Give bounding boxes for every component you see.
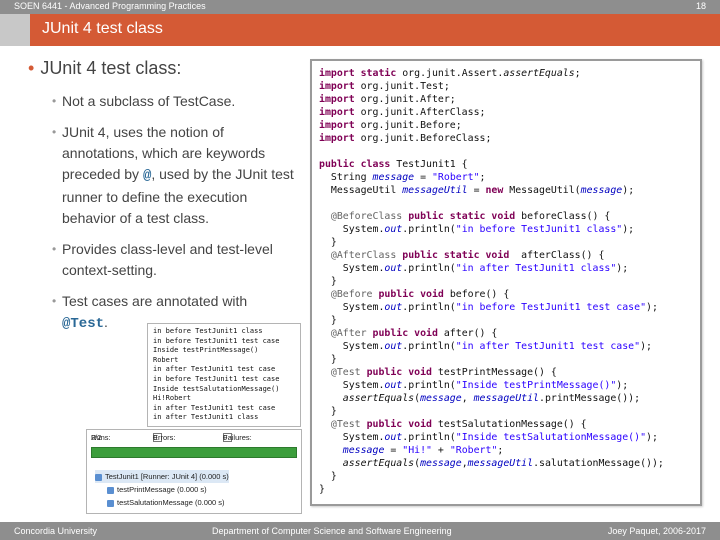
- test-suite-item[interactable]: TestJunit1 [Runner: JUnit 4] (0.000 s): [95, 470, 229, 483]
- sub-bullet-4-text: Test cases are annotated with: [62, 293, 248, 309]
- sub-bullet-2: • JUnit 4, uses the notion of annotations…: [28, 122, 298, 229]
- bullet-icon: •: [28, 58, 35, 78]
- bullet-icon: •: [52, 94, 57, 108]
- progress-bar: [91, 447, 297, 458]
- test-tree[interactable]: TestJunit1 [Runner: JUnit 4] (0.000 s) t…: [95, 470, 229, 509]
- console-line: Hi!Robert: [153, 394, 191, 403]
- test-item[interactable]: testPrintMessage (0.000 s): [95, 483, 229, 496]
- console-line: in after TestJunit1 test case: [153, 403, 276, 412]
- console-line: in after TestJunit1 test case: [153, 365, 276, 374]
- sub-bullet-1: • Not a subclass of TestCase.: [28, 91, 298, 112]
- console-line: in before TestJunit1 test case: [153, 336, 280, 345]
- console-line: in before TestJunit1 test case: [153, 374, 280, 383]
- test-icon: [107, 486, 114, 494]
- footer-author: Joey Paquet, 2006-2017: [607, 526, 706, 536]
- junit-results-panel: Runs: 2/2 Errors: 0 Failures: 0 TestJuni…: [86, 429, 302, 514]
- slide-title: JUnit 4 test class: [42, 20, 163, 37]
- console-line: in before TestJunit1 class: [153, 327, 263, 335]
- errors-count: 0: [153, 433, 158, 442]
- bullet-icon: •: [52, 125, 57, 139]
- junit-counts: Runs: 2/2 Errors: 0 Failures: 0: [91, 433, 297, 445]
- test-suite-icon: [95, 473, 102, 481]
- test-label: testPrintMessage (0.000 s): [117, 485, 207, 494]
- footer-department: Department of Computer Science and Softw…: [212, 526, 452, 536]
- code-listing: import static org.junit.Assert.assertEqu…: [310, 59, 702, 506]
- main-bullet: • JUnit 4 test class:: [28, 58, 298, 79]
- runs-count: 2/2: [91, 433, 102, 442]
- test-suite-label: TestJunit1 [Runner: JUnit 4] (0.000 s): [105, 472, 229, 481]
- bullet-list: • JUnit 4 test class: • Not a subclass of …: [28, 58, 298, 345]
- bullet-icon: •: [52, 294, 57, 308]
- test-label: testSalutationMessage (0.000 s): [117, 498, 225, 507]
- test-annotation: @Test: [62, 316, 105, 332]
- main-bullet-text: JUnit 4 test class:: [40, 58, 182, 78]
- footer-bar: Concordia University Department of Compu…: [0, 522, 720, 540]
- test-item[interactable]: testSalutationMessage (0.000 s): [95, 496, 229, 509]
- sub-bullet-3-text: Provides class-level and test-level cont…: [62, 241, 273, 278]
- test-icon: [107, 499, 114, 507]
- console-line: Inside testPrintMessage(): [153, 346, 259, 355]
- console-line: Inside testSalutationMessage(): [153, 384, 280, 393]
- bullet-icon: •: [52, 242, 57, 256]
- console-line: in after TestJunit1 class: [153, 413, 259, 422]
- failures-label: Failures:: [223, 433, 252, 442]
- console-line: Robert: [153, 355, 179, 364]
- console-output: in before TestJunit1 class in before Tes…: [147, 323, 301, 427]
- page-number: 18: [695, 1, 706, 11]
- sub-bullet-1-text: Not a subclass of TestCase.: [62, 93, 236, 109]
- top-bar: SOEN 6441 - Advanced Programming Practic…: [0, 0, 720, 14]
- code-text: import static org.junit.Assert.assertEqu…: [319, 68, 664, 495]
- failures-count: 0: [223, 433, 228, 442]
- course-title: SOEN 6441 - Advanced Programming Practic…: [14, 1, 206, 11]
- sub-bullet-3: • Provides class-level and test-level con…: [28, 239, 298, 281]
- footer-university: Concordia University: [14, 526, 98, 536]
- sub-bullet-4-tail: .: [104, 314, 108, 330]
- title-bar: JUnit 4 test class: [0, 14, 720, 46]
